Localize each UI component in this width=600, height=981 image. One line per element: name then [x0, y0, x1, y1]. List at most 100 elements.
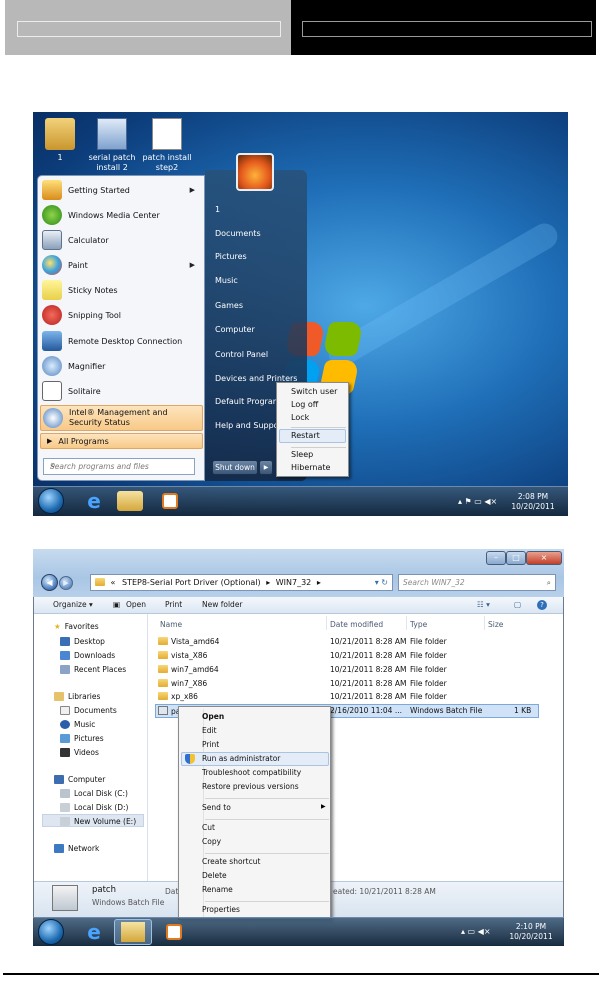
maximize-button[interactable]: □ — [506, 551, 526, 565]
column-header-date[interactable]: Date modified — [330, 620, 383, 629]
print-button[interactable]: Print — [165, 600, 182, 609]
file-row[interactable]: win7_X86 10/21/2011 8:28 AM File folder — [156, 678, 536, 691]
refresh-icon[interactable]: ▾ ↻ — [375, 575, 388, 590]
internet-explorer-icon[interactable]: e — [78, 920, 110, 944]
shutdown-options-arrow-icon[interactable]: ▶ — [259, 460, 273, 475]
close-button[interactable]: × — [526, 551, 562, 565]
nav-desktop[interactable]: Desktop — [60, 637, 105, 646]
nav-drive-e[interactable]: New Volume (E:) — [60, 817, 136, 826]
folder-icon — [158, 637, 168, 645]
start-right-user[interactable]: 1 — [215, 205, 220, 214]
menu-item-log-off[interactable]: Log off — [291, 400, 318, 409]
new-folder-button[interactable]: New folder — [202, 600, 243, 609]
taskbar-clock[interactable]: 2:10 PM 10/20/2011 — [506, 922, 556, 942]
menu-item-open[interactable]: Open — [202, 712, 224, 721]
menu-item-restart[interactable]: Restart — [291, 431, 320, 440]
breadcrumb-win7-32[interactable]: WIN7_32 — [276, 578, 312, 587]
start-item-solitaire[interactable]: Solitaire — [40, 379, 203, 403]
menu-item-print[interactable]: Print — [202, 740, 219, 749]
file-row[interactable]: Vista_amd64 10/21/2011 8:28 AM File fold… — [156, 636, 536, 649]
explorer-folder-icon[interactable] — [117, 491, 143, 511]
file-row[interactable]: vista_X86 10/21/2011 8:28 AM File folder — [156, 650, 536, 663]
nav-pictures[interactable]: Pictures — [60, 734, 104, 743]
nav-downloads[interactable]: Downloads — [60, 651, 115, 660]
media-player-icon[interactable] — [166, 924, 182, 940]
open-button[interactable]: Open — [126, 600, 146, 609]
forward-button[interactable]: ▶ — [59, 576, 73, 590]
start-right-help-support[interactable]: Help and Support — [215, 421, 285, 430]
preview-pane-icon[interactable]: ▢ — [514, 600, 521, 609]
start-right-default-programs[interactable]: Default Programs — [215, 397, 285, 406]
start-orb-button[interactable] — [38, 919, 64, 945]
start-item-magnifier[interactable]: Magnifier — [40, 354, 203, 378]
nav-music[interactable]: Music — [60, 720, 95, 729]
start-item-calculator[interactable]: Calculator — [40, 228, 203, 252]
menu-item-send-to[interactable]: Send to — [202, 803, 231, 812]
media-player-icon[interactable] — [162, 493, 178, 509]
file-row[interactable]: win7_amd64 10/21/2011 8:28 AM File folde… — [156, 664, 536, 677]
menu-item-rename[interactable]: Rename — [202, 885, 233, 894]
menu-item-copy[interactable]: Copy — [202, 837, 221, 846]
nav-videos[interactable]: Videos — [60, 748, 99, 757]
start-right-computer[interactable]: Computer — [215, 325, 255, 334]
search-icon: ⌕ — [50, 461, 56, 471]
start-item-snipping-tool[interactable]: Snipping Tool — [40, 303, 203, 327]
menu-item-run-as-administrator[interactable]: Run as administrator — [202, 754, 280, 763]
start-all-programs[interactable]: ▶ All Programs — [40, 433, 203, 449]
start-right-pictures[interactable]: Pictures — [215, 252, 247, 261]
nav-recent-places[interactable]: Recent Places — [60, 665, 126, 674]
start-search-input[interactable]: Search programs and files ⌕ — [43, 458, 195, 475]
folder-icon — [95, 578, 105, 586]
start-item-paint[interactable]: Paint ▶ — [40, 253, 203, 277]
menu-item-restore-versions[interactable]: Restore previous versions — [202, 782, 299, 791]
nav-network[interactable]: Network — [54, 844, 99, 853]
menu-item-hibernate[interactable]: Hibernate — [291, 463, 330, 472]
start-right-documents[interactable]: Documents — [215, 229, 261, 238]
start-item-remote-desktop[interactable]: Remote Desktop Connection — [40, 329, 203, 353]
menu-item-properties[interactable]: Properties — [202, 905, 240, 914]
nav-favorites[interactable]: ★ Favorites — [54, 622, 99, 631]
menu-item-switch-user[interactable]: Switch user — [291, 387, 337, 396]
menu-item-troubleshoot[interactable]: Troubleshoot compatibility — [202, 768, 301, 777]
menu-item-lock[interactable]: Lock — [291, 413, 309, 422]
start-item-getting-started[interactable]: Getting Started ▶ — [40, 178, 203, 202]
address-bar[interactable]: « STEP8-Serial Port Driver (Optional) ▸ … — [90, 574, 393, 591]
menu-item-delete[interactable]: Delete — [202, 871, 227, 880]
desktop-icon-serial-patch[interactable]: serial patch install 2 — [85, 118, 139, 173]
start-item-sticky-notes[interactable]: Sticky Notes — [40, 278, 203, 302]
file-row[interactable]: xp_x86 10/21/2011 8:28 AM File folder — [156, 691, 536, 704]
menu-item-cut[interactable]: Cut — [202, 823, 215, 832]
nav-computer[interactable]: Computer — [54, 775, 105, 784]
tray-icons[interactable]: ▴ ▭ ◀× — [461, 927, 491, 936]
start-right-music[interactable]: Music — [215, 276, 238, 285]
back-button[interactable]: ◀ — [41, 574, 58, 591]
view-options-icon[interactable]: ☷ ▾ — [477, 600, 490, 609]
start-right-control-panel[interactable]: Control Panel — [215, 350, 268, 359]
column-header-type[interactable]: Type — [410, 620, 427, 629]
breadcrumb-step8[interactable]: STEP8-Serial Port Driver (Optional) — [122, 578, 261, 587]
menu-item-sleep[interactable]: Sleep — [291, 450, 313, 459]
start-orb-button[interactable] — [38, 488, 64, 514]
menu-item-create-shortcut[interactable]: Create shortcut — [202, 857, 260, 866]
nav-drive-c[interactable]: Local Disk (C:) — [60, 789, 128, 798]
organize-button[interactable]: Organize ▾ — [53, 600, 93, 609]
explorer-search-input[interactable]: Search WIN7_32 ⌕ — [398, 574, 556, 591]
menu-item-edit[interactable]: Edit — [202, 726, 217, 735]
tray-icons[interactable]: ▴ ⚑ ▭ ◀× — [458, 497, 497, 506]
internet-explorer-icon[interactable]: e — [78, 489, 110, 513]
start-right-games[interactable]: Games — [215, 301, 243, 310]
column-header-name[interactable]: Name — [160, 620, 182, 629]
shutdown-button[interactable]: Shut down — [212, 460, 258, 475]
desktop-icon-patch-install[interactable]: patch install step2 — [140, 118, 194, 173]
desktop-icon-user[interactable]: 1 — [33, 118, 87, 163]
column-header-size[interactable]: Size — [488, 620, 503, 629]
nav-libraries[interactable]: Libraries — [54, 692, 100, 701]
help-icon[interactable]: ? — [537, 600, 547, 610]
details-file-name: patch — [92, 885, 116, 895]
taskbar-clock[interactable]: 2:08 PM 10/20/2011 — [508, 492, 558, 512]
nav-drive-d[interactable]: Local Disk (D:) — [60, 803, 128, 812]
nav-documents[interactable]: Documents — [60, 706, 117, 715]
minimize-button[interactable]: – — [486, 551, 506, 565]
start-item-media-center[interactable]: Windows Media Center — [40, 203, 203, 227]
start-item-intel-management[interactable]: Intel® Management and Security Status — [40, 405, 203, 431]
